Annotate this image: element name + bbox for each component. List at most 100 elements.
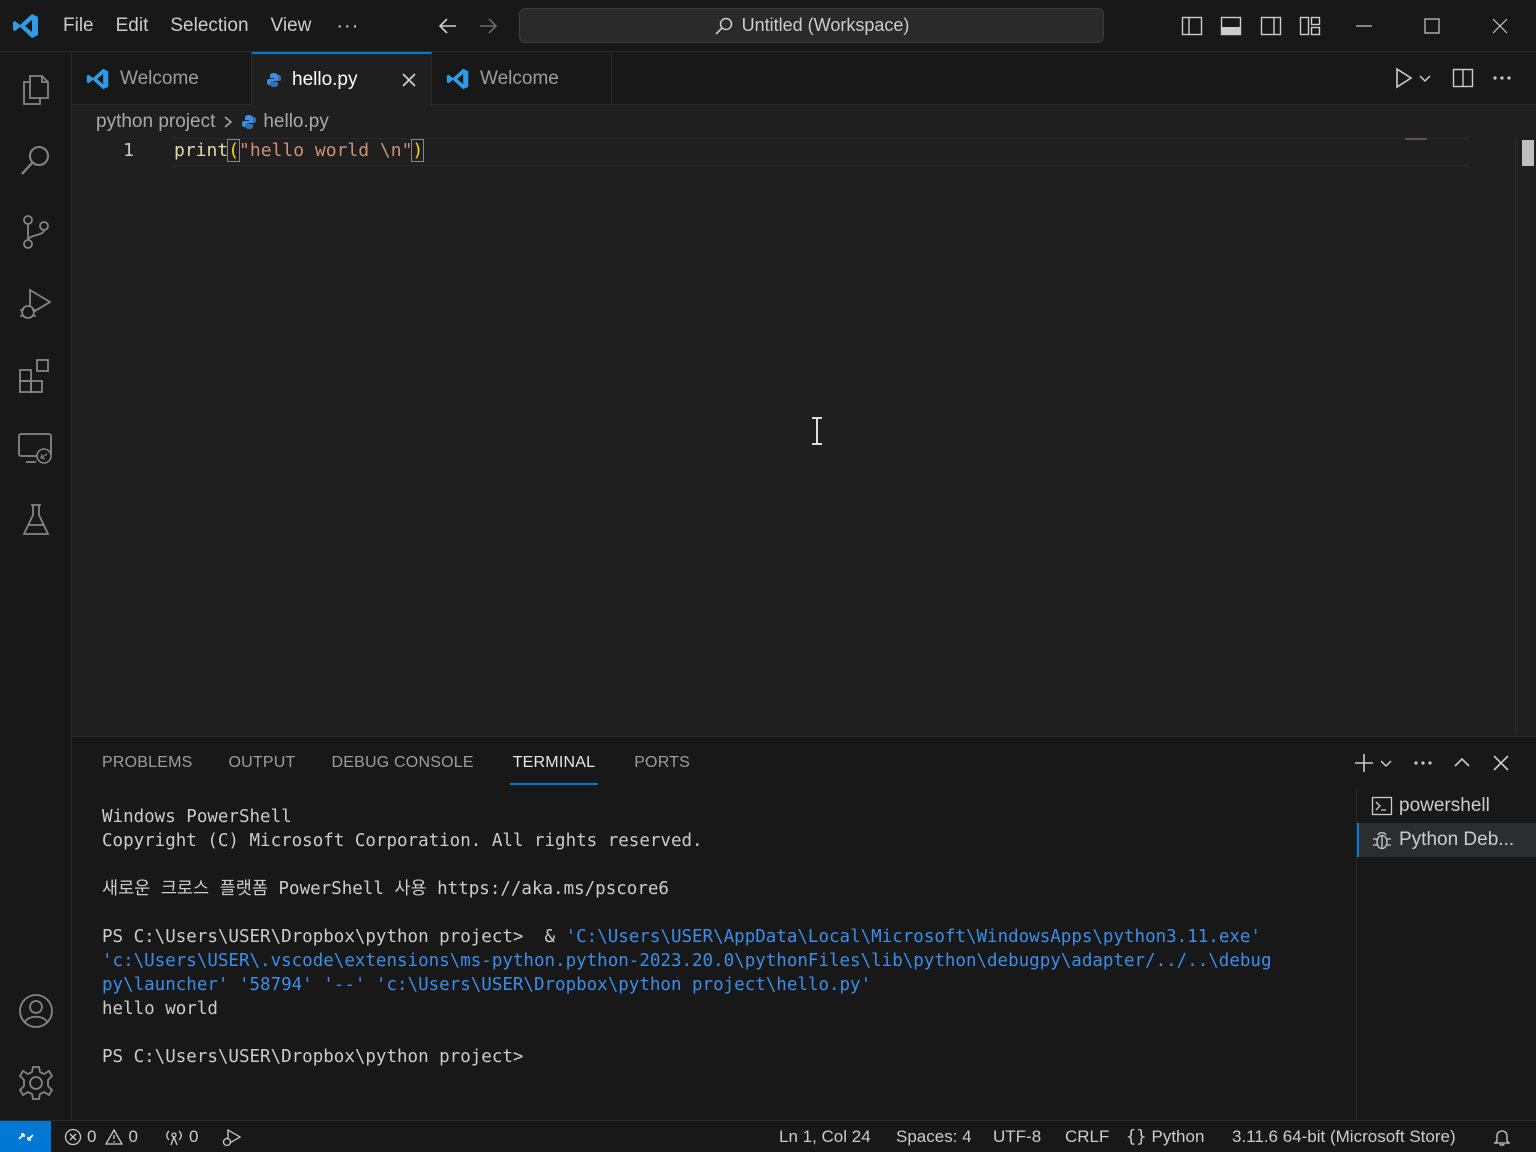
- scrollbar-thumb[interactable]: [1522, 140, 1534, 166]
- close-window-icon[interactable]: [1486, 12, 1514, 40]
- terminal-line: Windows PowerShell: [102, 807, 292, 827]
- menu-selection[interactable]: Selection: [159, 10, 259, 42]
- split-editor-icon[interactable]: [1451, 66, 1475, 90]
- activity-bar: [0, 52, 72, 1120]
- terminal-instance-python-debug[interactable]: Python Deb...: [1357, 823, 1536, 857]
- python-interpreter[interactable]: 3.11.6 64-bit (Microsoft Store): [1232, 1121, 1456, 1152]
- tab-terminal[interactable]: TERMINAL: [509, 751, 599, 785]
- debug-status[interactable]: [220, 1121, 244, 1152]
- language-mode[interactable]: {} Python: [1126, 1121, 1204, 1152]
- chevron-right-icon: [224, 116, 233, 128]
- more-actions-icon[interactable]: [1490, 66, 1514, 90]
- breadcrumb-file[interactable]: hello.py: [263, 111, 329, 133]
- terminal-program-output: hello world: [102, 999, 218, 1019]
- remote-indicator[interactable]: [0, 1121, 51, 1152]
- notifications[interactable]: [1492, 1121, 1512, 1152]
- breadcrumb: python project hello.py: [96, 108, 329, 136]
- debug-bug-icon: [1373, 832, 1391, 850]
- minimize-icon[interactable]: [1350, 12, 1378, 40]
- token-open-paren: (: [227, 139, 241, 162]
- maximize-icon[interactable]: [1418, 12, 1446, 40]
- testing-flask-icon[interactable]: [16, 500, 56, 540]
- python-icon: [242, 115, 257, 129]
- tab-welcome-2[interactable]: Welcome: [432, 52, 612, 105]
- ports-status[interactable]: 0: [164, 1121, 198, 1152]
- search-icon[interactable]: [16, 140, 56, 180]
- menu-more-button[interactable]: ···: [322, 10, 373, 42]
- menu-file[interactable]: File: [52, 10, 105, 42]
- token-string: "hello world \n": [239, 140, 413, 161]
- run-dropdown-chevron-icon[interactable]: [1417, 66, 1433, 90]
- code-line[interactable]: print("hello world \n"): [174, 139, 425, 162]
- tab-output[interactable]: OUTPUT: [229, 751, 296, 785]
- menu-edit[interactable]: Edit: [105, 10, 160, 42]
- token-close-paren: ): [411, 139, 425, 162]
- terminal-path-link[interactable]: 'C:\Users\USER\AppData\Local\Microsoft\W…: [566, 927, 1261, 947]
- tab-welcome[interactable]: Welcome: [72, 52, 252, 105]
- toggle-primary-sidebar-icon[interactable]: [1180, 14, 1204, 38]
- tab-debug-console[interactable]: DEBUG CONSOLE: [332, 751, 474, 785]
- maximize-panel-chevron-up-icon[interactable]: [1450, 751, 1474, 775]
- terminal-path-link[interactable]: 'c:\Users\USER\.vscode\extensions\ms-pyt…: [102, 949, 1271, 973]
- explorer-icon[interactable]: [16, 68, 56, 108]
- terminal-instance-label: powershell: [1399, 795, 1490, 816]
- vscode-logo-icon: [13, 14, 38, 38]
- token-function: print: [174, 140, 229, 161]
- toggle-secondary-sidebar-icon[interactable]: [1259, 14, 1283, 38]
- terminal-instance-label: Python Deb...: [1399, 829, 1515, 850]
- broadcast-antenna-icon: [166, 1130, 182, 1146]
- terminal-path-link[interactable]: py\launcher' '58794' '--' 'c:\Users\USER…: [102, 973, 1271, 997]
- error-icon: [64, 1128, 82, 1146]
- terminal-command-line: PS C:\Users\USER\Dropbox\python project>…: [102, 925, 1271, 949]
- indentation[interactable]: Spaces: 4: [896, 1121, 972, 1152]
- terminal-prompt: PS C:\Users\USER\Dropbox\python project>: [102, 1047, 524, 1067]
- tab-problems[interactable]: PROBLEMS: [102, 751, 193, 785]
- toggle-panel-icon[interactable]: [1219, 14, 1243, 38]
- warning-count: 0: [128, 1127, 138, 1146]
- new-terminal-plus-icon[interactable]: [1352, 751, 1376, 775]
- editor-tab-bar: Welcome hello.py Welcome: [72, 52, 1536, 106]
- command-center-search[interactable]: Untitled (Workspace): [519, 8, 1104, 43]
- code-editor[interactable]: 1 print("hello world \n"): [72, 138, 1536, 735]
- warning-icon: [105, 1128, 124, 1145]
- customize-layout-icon[interactable]: [1298, 14, 1322, 38]
- run-python-file-icon[interactable]: [1391, 66, 1415, 90]
- tab-ports[interactable]: PORTS: [634, 751, 690, 785]
- close-tab-icon[interactable]: [399, 70, 419, 90]
- terminal-icon: [1371, 796, 1393, 816]
- terminal-prompt: PS C:\Users\USER\Dropbox\python project>…: [102, 927, 566, 947]
- tab-hello-py[interactable]: hello.py: [252, 52, 432, 106]
- terminal-dropdown-chevron-icon[interactable]: [1378, 751, 1394, 775]
- terminal-instance-list: powershell Python Deb...: [1356, 789, 1536, 1121]
- terminal-instance-powershell[interactable]: powershell: [1357, 789, 1536, 823]
- settings-gear-icon[interactable]: [16, 1063, 56, 1103]
- title-bar: File Edit Selection View ··· Untitled (W…: [0, 0, 1536, 52]
- file-encoding[interactable]: UTF-8: [993, 1121, 1041, 1152]
- python-icon: [267, 73, 281, 87]
- problems-status[interactable]: 0 0: [64, 1121, 138, 1152]
- remote-explorer-icon[interactable]: [16, 428, 56, 468]
- extensions-icon[interactable]: [16, 356, 56, 396]
- breadcrumb-folder[interactable]: python project: [96, 111, 215, 133]
- text-cursor-icon: [812, 417, 822, 445]
- ports-count: 0: [189, 1127, 199, 1146]
- accounts-icon[interactable]: [16, 991, 56, 1031]
- terminal-line: Copyright (C) Microsoft Corporation. All…: [102, 831, 703, 851]
- line-endings[interactable]: CRLF: [1065, 1121, 1109, 1152]
- back-arrow-icon[interactable]: [436, 14, 460, 38]
- terminal-blank: [102, 853, 1271, 877]
- minimap[interactable]: [1405, 138, 1427, 140]
- cursor-position[interactable]: Ln 1, Col 24: [779, 1121, 871, 1152]
- tab-label: hello.py: [292, 69, 358, 90]
- panel-more-actions-icon[interactable]: [1411, 751, 1435, 775]
- language-label: Python: [1151, 1127, 1205, 1146]
- status-bar: 0 0 0 Ln 1, Col 24 Spaces: 4 UTF-8 CRLF …: [0, 1120, 1536, 1152]
- bell-icon: [1493, 1130, 1511, 1146]
- search-icon: [715, 17, 732, 35]
- menu-view[interactable]: View: [260, 10, 323, 42]
- run-debug-icon[interactable]: [16, 284, 56, 324]
- close-panel-icon[interactable]: [1489, 751, 1513, 775]
- forward-arrow-icon[interactable]: [476, 14, 500, 38]
- source-control-icon[interactable]: [16, 212, 56, 252]
- terminal-output[interactable]: Windows PowerShell Copyright (C) Microsof…: [102, 805, 1271, 1069]
